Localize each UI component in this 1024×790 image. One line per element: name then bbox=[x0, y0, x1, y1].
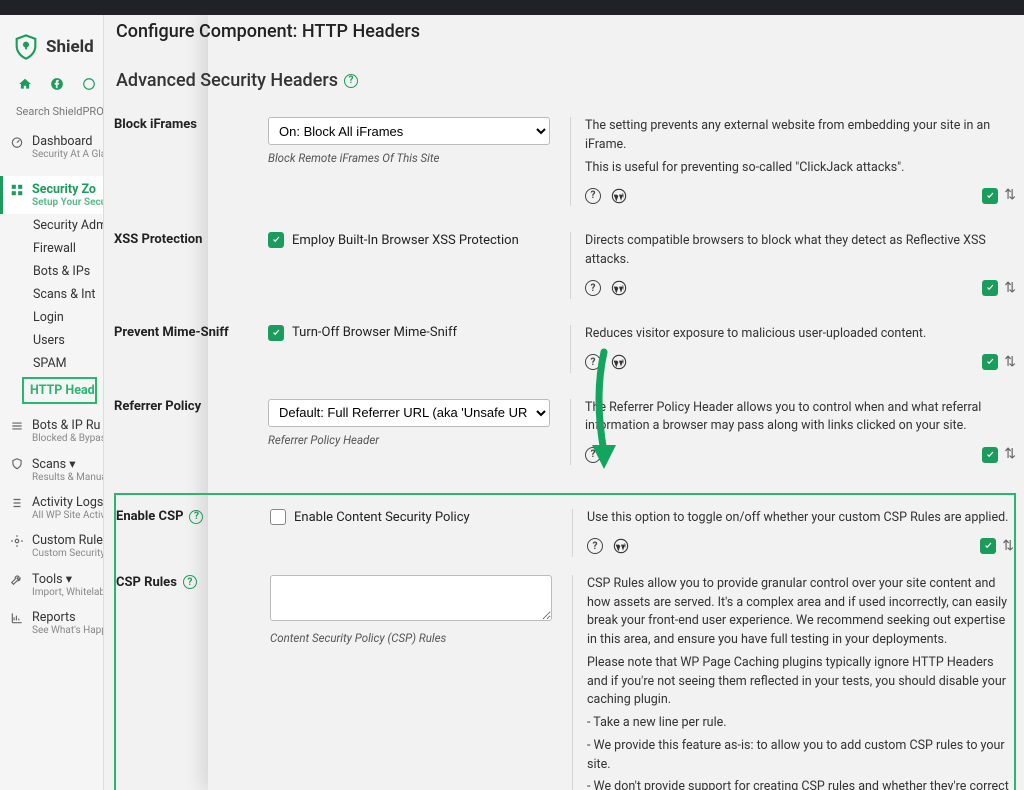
help-icon[interactable]: ? bbox=[344, 74, 358, 88]
sort-icon[interactable]: ⇅ bbox=[1004, 352, 1016, 373]
sublabel-csp-rules: Content Security Policy (CSP) Rules bbox=[270, 631, 552, 645]
shield-logo-icon bbox=[12, 33, 40, 61]
nav-sub-security-admin[interactable]: Security Adm bbox=[0, 214, 103, 237]
main-content: Configure Component: HTTP Headers Advanc… bbox=[104, 15, 1024, 790]
nav-custom-rule[interactable]: Custom RuleCustom Security R bbox=[0, 527, 103, 565]
chart-icon bbox=[10, 611, 24, 625]
sort-icon[interactable]: ⇅ bbox=[1004, 185, 1016, 206]
globe-icon[interactable] bbox=[82, 77, 96, 91]
help-icon[interactable]: ? bbox=[183, 575, 197, 589]
info-icon[interactable]: ? bbox=[585, 354, 601, 370]
search-row[interactable]: Search ShieldPRO bbox=[0, 105, 103, 128]
wp-admin-bar[interactable] bbox=[0, 0, 1024, 15]
shield-small-icon bbox=[10, 457, 24, 471]
nav-sub-login[interactable]: Login bbox=[0, 306, 103, 329]
nav-scans[interactable]: Scans ▾Results & Manua bbox=[0, 450, 103, 489]
nav-sub-http-headers[interactable]: HTTP Head bbox=[22, 377, 97, 404]
grid-icon bbox=[10, 183, 24, 197]
row-mime: Prevent Mime-Sniff Turn-Off Browser Mime… bbox=[114, 321, 1016, 395]
label-enable-csp: Enable CSP? bbox=[116, 509, 270, 524]
row-csp-rules: CSP Rules? Content Security Policy (CSP)… bbox=[116, 571, 1014, 790]
info-icon[interactable]: ? bbox=[585, 188, 601, 204]
nav-tools[interactable]: Tools ▾Import, Whitelabe bbox=[0, 565, 103, 604]
wordpress-icon[interactable] bbox=[613, 538, 629, 554]
nav-sub-spam[interactable]: SPAM bbox=[0, 352, 103, 375]
sublabel-referrer: Referrer Policy Header bbox=[268, 433, 550, 447]
nav-activity-logs[interactable]: Activity LogsAll WP Site Activity bbox=[0, 489, 103, 527]
sliders-icon bbox=[10, 419, 24, 433]
status-check-icon bbox=[982, 188, 998, 204]
section-title: Advanced Security Headers ? bbox=[116, 70, 1016, 91]
csp-highlight-box: Enable CSP? Enable Content Security Poli… bbox=[114, 493, 1016, 790]
nav-dashboard[interactable]: Dashboard Security At A Glan bbox=[0, 128, 103, 166]
home-icon[interactable] bbox=[18, 77, 32, 91]
select-block-iframes[interactable]: On: Block All iFrames bbox=[268, 117, 550, 145]
list-icon bbox=[10, 496, 24, 510]
nav-sub-users[interactable]: Users bbox=[0, 329, 103, 352]
nav-security-zones[interactable]: Security Zo Setup Your Securi bbox=[0, 176, 103, 214]
nav-bots-ip-rules[interactable]: Bots & IP RuBlocked & Bypass bbox=[0, 412, 103, 450]
nav-sub-bots-ips[interactable]: Bots & IPs bbox=[0, 260, 103, 283]
status-check-icon bbox=[982, 354, 998, 370]
gauge-icon bbox=[10, 135, 24, 149]
gear-icon bbox=[10, 534, 24, 548]
select-referrer[interactable]: Default: Full Referrer URL (aka 'Unsafe … bbox=[268, 399, 550, 427]
search-placeholder: Search ShieldPRO bbox=[16, 105, 104, 118]
facebook-icon[interactable] bbox=[50, 77, 64, 91]
label-mime: Prevent Mime-Sniff bbox=[114, 325, 268, 340]
help-icon[interactable]: ? bbox=[189, 510, 203, 524]
checkbox-enable-csp[interactable]: Enable Content Security Policy bbox=[270, 509, 552, 525]
info-icon[interactable]: ? bbox=[587, 538, 603, 554]
info-icon[interactable]: ? bbox=[585, 280, 601, 296]
brand: Shield bbox=[0, 27, 103, 75]
info-icon[interactable]: ? bbox=[585, 447, 601, 463]
textarea-csp-rules[interactable] bbox=[270, 575, 552, 621]
wrench-icon bbox=[10, 572, 24, 586]
label-xss: XSS Protection bbox=[114, 232, 268, 247]
nav-sub-scans-int[interactable]: Scans & Int bbox=[0, 283, 103, 306]
sort-icon[interactable]: ⇅ bbox=[1004, 444, 1016, 465]
status-check-icon bbox=[982, 280, 998, 296]
nav-sub-firewall[interactable]: Firewall bbox=[0, 237, 103, 260]
label-block-iframes: Block iFrames bbox=[114, 117, 268, 132]
page-title: Configure Component: HTTP Headers bbox=[116, 21, 1016, 42]
row-referrer: Referrer Policy Default: Full Referrer U… bbox=[114, 395, 1016, 488]
brand-text: Shield bbox=[46, 37, 94, 57]
sublabel-block-iframes: Block Remote iFrames Of This Site bbox=[268, 151, 550, 165]
sort-icon[interactable]: ⇅ bbox=[1004, 278, 1016, 299]
sidebar: Shield Search ShieldPRO Dashboard Securi… bbox=[0, 15, 104, 790]
checkbox-xss[interactable]: Employ Built-In Browser XSS Protection bbox=[268, 232, 550, 248]
row-block-iframes: Block iFrames On: Block All iFrames Bloc… bbox=[114, 113, 1016, 228]
row-xss: XSS Protection Employ Built-In Browser X… bbox=[114, 228, 1016, 321]
label-csp-rules: CSP Rules? bbox=[116, 575, 270, 590]
label-referrer: Referrer Policy bbox=[114, 399, 268, 414]
quick-links bbox=[0, 75, 103, 105]
nav-reports[interactable]: ReportsSee What's Happe bbox=[0, 604, 103, 642]
wordpress-icon[interactable] bbox=[611, 188, 627, 204]
checkbox-mime[interactable]: Turn-Off Browser Mime-Sniff bbox=[268, 325, 550, 341]
row-enable-csp: Enable CSP? Enable Content Security Poli… bbox=[116, 505, 1014, 571]
sort-icon[interactable]: ⇅ bbox=[1002, 536, 1014, 557]
status-check-icon bbox=[982, 447, 998, 463]
wordpress-icon[interactable] bbox=[611, 280, 627, 296]
wordpress-icon[interactable] bbox=[611, 354, 627, 370]
status-check-icon bbox=[980, 538, 996, 554]
